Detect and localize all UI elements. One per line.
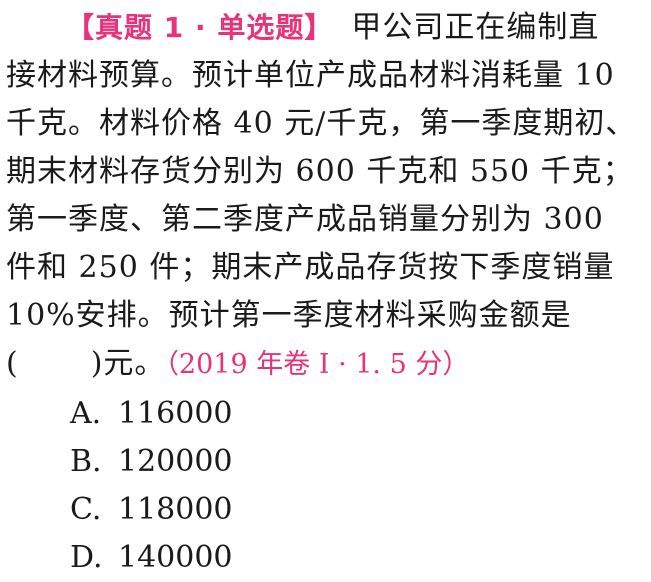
question-type-tag: 【真题 1 · 单选题】 — [66, 11, 334, 44]
question-text: 接材料预算。预计单位产成品材料消耗量 10 — [6, 58, 615, 93]
question-text: 件和 250 件；期末产成品存货按下季度销量 — [6, 250, 615, 285]
question-source: （2019 年卷 Ⅰ · 1. 5 分） — [165, 349, 470, 380]
question-line-8: ( )元。（2019 年卷 Ⅰ · 1. 5 分） — [6, 340, 644, 388]
option-value: 140000 — [118, 540, 233, 575]
option-value: 118000 — [118, 492, 233, 527]
question-text: 10%安排。预计第一季度材料采购金额是 — [6, 298, 572, 333]
option-c[interactable]: C. 118000 — [70, 486, 233, 534]
answer-blank-open: ( — [6, 346, 19, 381]
option-letter: B. — [70, 444, 102, 479]
question-line-6: 件和 250 件；期末产成品存货按下季度销量 — [6, 244, 644, 292]
option-letter: D. — [70, 540, 103, 575]
question-line-2: 接材料预算。预计单位产成品材料消耗量 10 — [6, 52, 644, 100]
question-line-4: 期末材料存货分别为 600 千克和 550 千克； — [6, 148, 644, 196]
question-line-1: 【真题 1 · 单选题】 甲公司正在编制直 — [6, 4, 644, 52]
question-text: 第一季度、第二季度产成品销量分别为 300 — [6, 202, 604, 237]
question-text: 甲公司正在编制直 — [351, 10, 600, 45]
question-line-3: 千克。材料价格 40 元/千克，第一季度期初、 — [6, 100, 644, 148]
question-line-7: 10%安排。预计第一季度材料采购金额是 — [6, 292, 644, 340]
option-d[interactable]: D. 140000 — [70, 534, 233, 582]
option-b[interactable]: B. 120000 — [70, 438, 233, 486]
option-a[interactable]: A. 116000 — [70, 390, 233, 438]
option-value: 116000 — [118, 396, 233, 431]
option-letter: A. — [70, 396, 102, 431]
option-value: 120000 — [118, 444, 233, 479]
question-text: 期末材料存货分别为 600 千克和 550 千克； — [6, 154, 634, 189]
answer-blank-close: )元。 — [90, 346, 166, 381]
question-text: 千克。材料价格 40 元/千克，第一季度期初、 — [6, 106, 637, 141]
option-letter: C. — [70, 492, 102, 527]
answer-options: A. 116000 B. 120000 C. 118000 D. 140000 — [70, 390, 233, 582]
question-line-5: 第一季度、第二季度产成品销量分别为 300 — [6, 196, 644, 244]
question-stem: 【真题 1 · 单选题】 甲公司正在编制直 接材料预算。预计单位产成品材料消耗量 … — [6, 4, 644, 388]
